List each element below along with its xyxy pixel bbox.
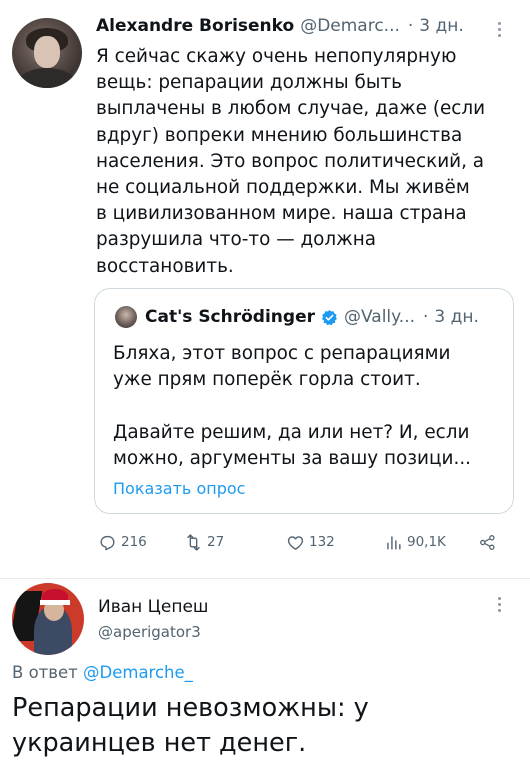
tweet-header: Alexandre Borisenko @Demarc... · 3 дн. <box>96 14 464 38</box>
reply-more-icon[interactable] <box>498 597 502 615</box>
tweet-text: Я сейчас скажу очень непопулярную вещь: … <box>96 46 486 277</box>
quoted-author-name[interactable]: Cat's Schrödinger <box>145 307 315 327</box>
reply-button[interactable]: 216 <box>98 530 147 554</box>
retweet-count: 27 <box>207 534 225 550</box>
replying-to-label: В ответ <box>12 663 78 682</box>
views-button[interactable]: 90,1K <box>384 530 446 554</box>
retweet-button[interactable]: 27 <box>184 530 224 554</box>
quoted-author-avatar[interactable] <box>115 306 137 328</box>
quoted-tweet-text: Бляха, этот вопрос с репарациями уже пря… <box>113 343 472 469</box>
reply-author-avatar[interactable] <box>12 583 84 655</box>
quoted-tweet-timestamp[interactable]: 3 дн. <box>434 307 479 327</box>
reply-tweet[interactable]: Иван Цепеш @aperigator3 В ответ @Demarch… <box>0 579 530 767</box>
reply-tweet-text: Репарации невозможны: у украинцев нет де… <box>12 693 369 758</box>
view-count: 90,1K <box>407 534 446 550</box>
header-separator: · <box>407 16 414 36</box>
main-tweet[interactable]: Alexandre Borisenko @Demarc... · 3 дн. Я… <box>0 0 530 578</box>
share-button[interactable] <box>478 530 501 554</box>
tweet-actions: 216 27 132 90,1K <box>98 530 516 554</box>
quoted-header-separator: · <box>423 307 429 327</box>
replying-to: В ответ @Demarche_ <box>12 663 193 682</box>
reply-author-name[interactable]: Иван Цепеш <box>98 597 208 617</box>
quoted-tweet-header: Cat's Schrödinger @Vally... · 3 дн. <box>145 305 479 329</box>
show-poll-link[interactable]: Показать опрос <box>113 479 245 498</box>
more-icon[interactable] <box>498 22 502 40</box>
verified-icon <box>321 309 337 325</box>
reply-author-handle[interactable]: @aperigator3 <box>98 623 201 641</box>
like-button[interactable]: 132 <box>286 530 335 554</box>
author-handle[interactable]: @Demarc... <box>300 16 400 36</box>
quoted-author-handle[interactable]: @Vally... <box>344 307 415 327</box>
reply-count: 216 <box>121 534 147 550</box>
views-icon <box>387 535 401 550</box>
tweet-timestamp[interactable]: 3 дн. <box>419 16 464 36</box>
author-name[interactable]: Alexandre Borisenko <box>96 16 294 36</box>
quoted-tweet[interactable]: Cat's Schrödinger @Vally... · 3 дн. Блях… <box>94 288 514 514</box>
share-icon <box>480 534 495 550</box>
replying-to-mention[interactable]: @Demarche_ <box>83 663 193 682</box>
retweet-icon <box>187 533 200 551</box>
author-avatar[interactable] <box>12 18 82 88</box>
like-icon <box>287 535 304 550</box>
reply-icon <box>100 535 115 550</box>
like-count: 132 <box>309 534 335 550</box>
